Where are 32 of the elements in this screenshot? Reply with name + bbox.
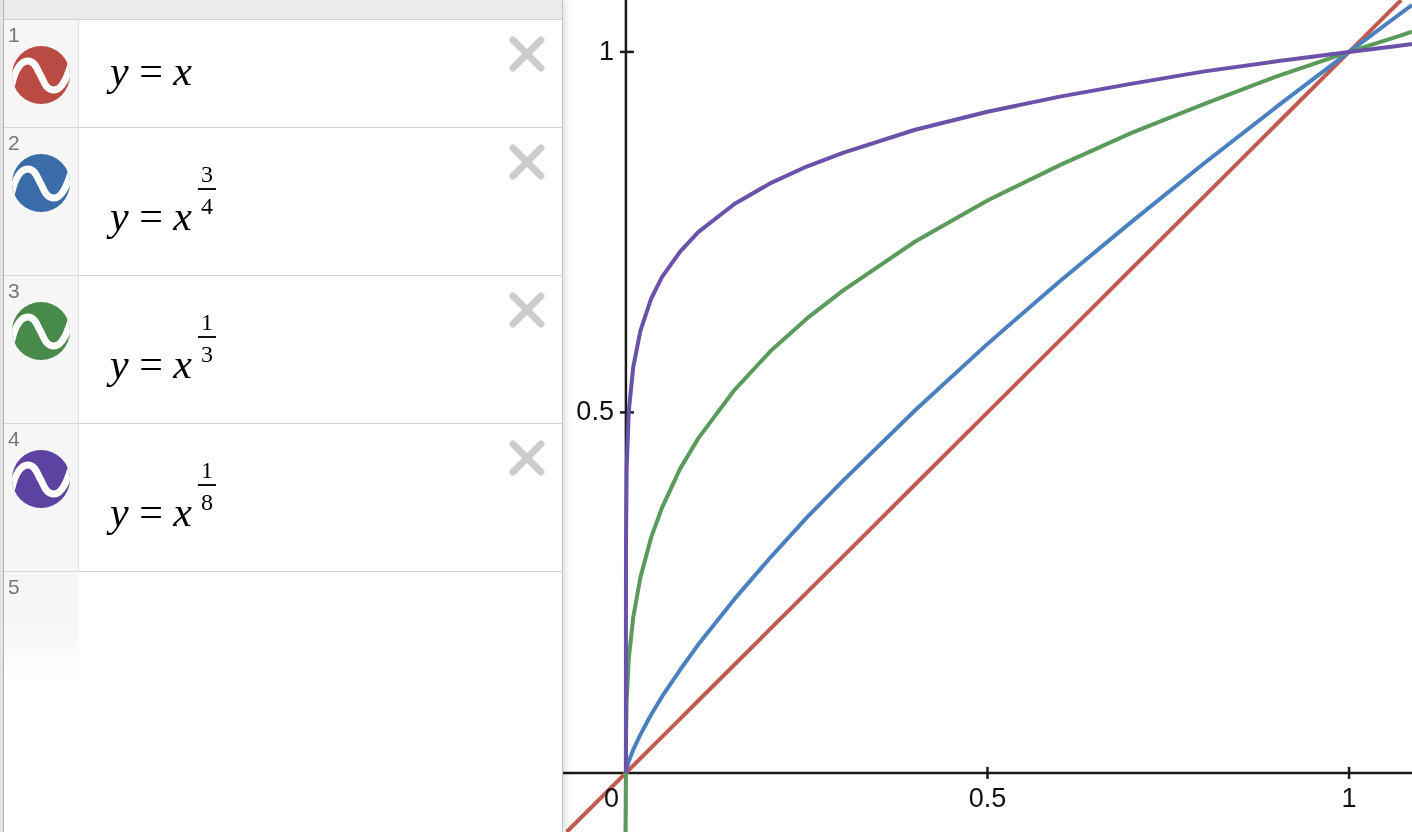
tick-label: 0 — [603, 782, 619, 813]
close-icon — [509, 144, 545, 180]
delete-button[interactable] — [509, 292, 545, 328]
exponent-denominator: 3 — [201, 342, 213, 366]
tick-label: 0.5 — [576, 396, 614, 427]
row-number: 3 — [8, 280, 20, 302]
tick-mark — [619, 50, 634, 54]
tick-label: 1 — [598, 35, 614, 66]
tick-mark — [1347, 766, 1351, 779]
exponent-denominator: 8 — [201, 490, 213, 514]
close-icon — [509, 440, 545, 476]
row-number: 5 — [8, 576, 20, 598]
close-icon — [509, 36, 545, 72]
row-number: 4 — [8, 428, 20, 450]
delete-button[interactable] — [509, 36, 545, 72]
exponent-numerator: 3 — [201, 162, 213, 186]
expression-field[interactable]: y = x 1 3 — [79, 276, 509, 423]
exponent-denominator: 4 — [201, 194, 213, 218]
expression-field[interactable]: y = x 3 4 — [79, 128, 509, 275]
tick-mark — [986, 766, 989, 779]
exponent-numerator: 1 — [201, 310, 213, 334]
expression-field[interactable]: y = x — [79, 20, 509, 127]
row-number: 2 — [8, 132, 20, 154]
tick-label: 1 — [1341, 782, 1357, 813]
delete-button[interactable] — [509, 440, 545, 476]
row-number: 1 — [8, 24, 20, 46]
tick-mark — [619, 411, 634, 414]
expression-field[interactable]: y = x 1 8 — [79, 424, 509, 571]
tick-label: 0.5 — [968, 782, 1007, 813]
close-icon — [509, 292, 545, 328]
delete-button[interactable] — [509, 144, 545, 180]
exponent-numerator: 1 — [201, 458, 213, 482]
